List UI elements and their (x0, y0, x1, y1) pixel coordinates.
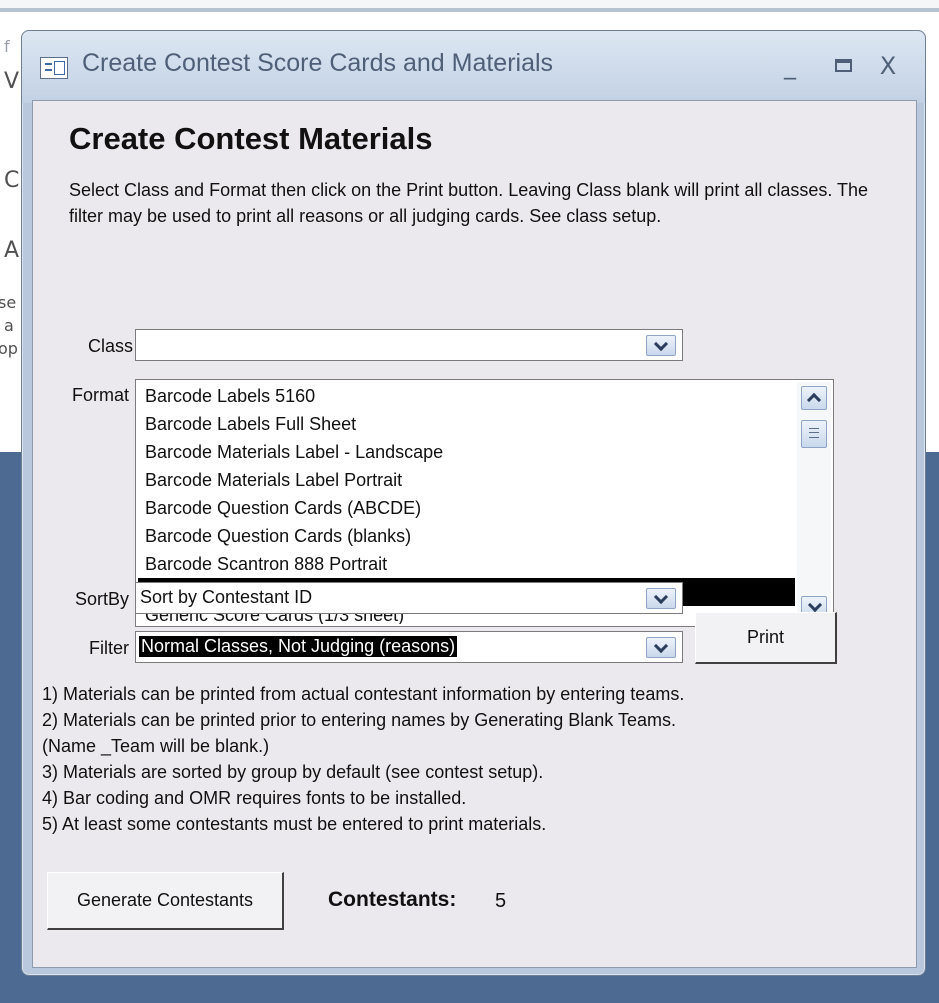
chevron-down-icon[interactable] (646, 637, 676, 658)
format-option[interactable]: Barcode Scantron 888 Portrait (138, 550, 795, 578)
note-item: 1) Materials can be printed from actual … (42, 684, 685, 704)
note-item: 2) Materials can be printed prior to ent… (42, 710, 676, 730)
maximize-icon (835, 59, 852, 72)
background-text-fragment: C (4, 168, 20, 193)
class-combobox[interactable] (135, 329, 683, 361)
sortby-label: SortBy (74, 589, 129, 609)
note-item: (Name _Team will be blank.) (42, 736, 270, 756)
sortby-combobox[interactable]: Sort by Contestant ID (135, 582, 683, 614)
dialog-client-area: Create Contest Materials Select Class an… (32, 100, 917, 968)
instructions-text: Select Class and Format then click on th… (69, 180, 869, 226)
dialog-title: Create Contest Score Cards and Materials (82, 49, 554, 77)
filter-label: Filter (89, 638, 129, 658)
class-label: Class (88, 336, 134, 356)
dialog-titlebar[interactable]: Create Contest Score Cards and Materials… (22, 31, 925, 103)
chevron-up-icon[interactable] (801, 386, 827, 410)
background-text-fragment: op (0, 339, 18, 358)
print-button[interactable]: Print (695, 612, 837, 664)
format-option[interactable]: Barcode Labels Full Sheet (138, 410, 795, 438)
contestants-label: Contestants: (328, 888, 457, 911)
format-option[interactable]: Barcode Labels 5160 (138, 382, 795, 410)
background-text-fragment: se (0, 293, 17, 312)
create-materials-dialog: Create Contest Score Cards and Materials… (21, 30, 926, 976)
format-scrollbar[interactable] (797, 382, 831, 624)
background-text-fragment: V (4, 69, 20, 94)
background-text-fragment: a (4, 316, 14, 335)
contestants-count: 5 (495, 890, 507, 912)
format-label: Format (71, 385, 129, 405)
maximize-button[interactable] (826, 51, 862, 81)
background-text-fragment: f (4, 37, 10, 56)
sortby-value: Sort by Contestant ID (140, 587, 313, 607)
note-item: 5) At least some contestants must be ent… (42, 814, 547, 834)
format-option[interactable]: Barcode Question Cards (blanks) (138, 522, 795, 550)
format-option[interactable]: Barcode Question Cards (ABCDE) (138, 494, 795, 522)
close-button[interactable]: X (870, 51, 906, 81)
format-option[interactable]: Barcode Materials Label Portrait (138, 466, 795, 494)
note-item: 4) Bar coding and OMR requires fonts to … (42, 788, 467, 808)
filter-value: Normal Classes, Not Judging (reasons) (139, 636, 458, 657)
note-item: 3) Materials are sorted by group by defa… (42, 762, 544, 782)
generate-contestants-button[interactable]: Generate Contestants (47, 872, 284, 930)
notes-list: 1) Materials can be printed from actual … (42, 681, 902, 837)
form-window-icon (40, 57, 68, 79)
chevron-down-icon[interactable] (646, 335, 676, 356)
format-option[interactable]: Barcode Materials Label - Landscape (138, 438, 795, 466)
background-text-fragment: A (4, 238, 20, 263)
scroll-thumb-grip-icon[interactable] (801, 420, 827, 448)
filter-combobox[interactable]: Normal Classes, Not Judging (reasons) (135, 631, 683, 663)
page-title: Create Contest Materials (69, 121, 433, 156)
chevron-down-icon[interactable] (646, 588, 676, 609)
minimize-button[interactable]: _ (772, 51, 808, 81)
